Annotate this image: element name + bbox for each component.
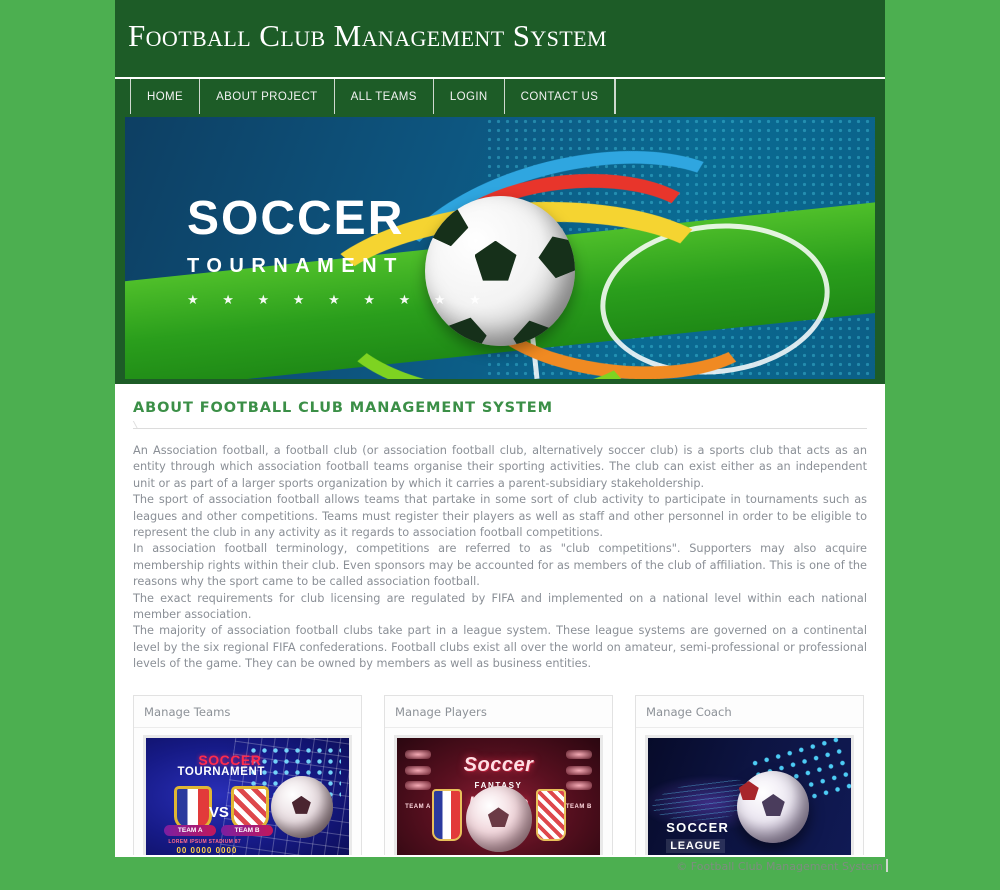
card-title: Manage Players (385, 696, 612, 728)
about-paragraph: The majority of association football clu… (133, 624, 867, 671)
about-text-body: An Association football, a football club… (133, 443, 867, 673)
artwork-title-line2: TOURNAMENT (177, 765, 266, 778)
card-title: Manage Teams (134, 696, 361, 728)
artwork-title-line1: SOCCER (666, 819, 730, 835)
hero-banner: SOCCER TOURNAMENT ★ ★ ★ ★ ★ ★ ★ ★ ★ (125, 117, 875, 379)
card-title: Manage Coach (636, 696, 863, 728)
nav-item-about-project[interactable]: ABOUT PROJECT (200, 79, 335, 114)
footer-copyright: © Football Club Management System (676, 860, 883, 873)
banner-text-block: SOCCER TOURNAMENT ★ ★ ★ ★ ★ ★ ★ ★ ★ (187, 195, 491, 308)
stadium-lamp-decoration (565, 781, 592, 791)
soccer-ball-icon (465, 786, 532, 853)
page-title: Football Club Management System (128, 18, 607, 53)
players-artwork: Soccer FANTASY League TEAM A TEAM B (397, 737, 600, 866)
about-section-heading: ABOUT FOOTBALL CLUB MANAGEMENT SYSTEM (133, 400, 553, 416)
footer-separator (886, 859, 888, 872)
site-footer: © Football Club Management System (0, 855, 1000, 890)
team-a-flag-card-icon (431, 788, 462, 841)
banner-title: SOCCER (187, 192, 405, 245)
about-paragraph: In association football terminology, com… (133, 542, 867, 589)
coach-artwork: SOCCER LEAGUE (648, 737, 851, 866)
card-image: SOCCER TOURNAMENT VS TEAM A TEAM B LOREM… (143, 734, 352, 869)
about-paragraph: The sport of association football allows… (133, 493, 867, 540)
main-navigation: HOME ABOUT PROJECT ALL TEAMS LOGIN CONTA… (115, 79, 885, 114)
team-b-flag-card-icon (535, 788, 566, 841)
team-b-tag: TEAM B (565, 804, 592, 811)
ball-patch (510, 315, 558, 345)
teams-artwork: SOCCER TOURNAMENT VS TEAM A TEAM B LOREM… (146, 737, 349, 866)
versus-label: VS (208, 804, 229, 822)
artwork-caption: LOREM IPSUM STADIUM 87 (168, 838, 241, 845)
team-b-tag: TEAM B (221, 824, 274, 836)
page-root: Football Club Management System HOME ABO… (0, 0, 1000, 890)
banner-stars-decoration: ★ ★ ★ ★ ★ ★ ★ ★ ★ (187, 292, 491, 307)
section-divider (133, 428, 867, 429)
artwork-title-line2: LEAGUE (666, 838, 725, 853)
about-paragraph: The exact requirements for club licensin… (133, 591, 867, 622)
stadium-lamp-decoration (565, 750, 592, 760)
artwork-title-line1: Soccer (463, 754, 534, 777)
stadium-lamp-decoration (405, 765, 432, 775)
banner-subtitle: TOURNAMENT (187, 255, 404, 277)
site-header: Football Club Management System (115, 0, 885, 77)
team-a-tag: TEAM A (164, 824, 217, 836)
stadium-lamp-decoration (405, 781, 432, 791)
soccer-ball-icon (737, 770, 810, 843)
nav-item-home[interactable]: HOME (130, 79, 201, 114)
hero-banner-frame: SOCCER TOURNAMENT ★ ★ ★ ★ ★ ★ ★ ★ ★ (115, 114, 885, 384)
soccer-ball-icon (270, 776, 333, 839)
footer-divider (115, 855, 885, 857)
nav-item-contact-us[interactable]: CONTACT US (505, 79, 616, 114)
card-image: SOCCER LEAGUE (645, 734, 854, 869)
team-a-tag: TEAM A (405, 804, 431, 811)
nav-item-all-teams[interactable]: ALL TEAMS (335, 79, 434, 114)
nav-end-divider (615, 79, 617, 114)
about-paragraph: An Association football, a football club… (133, 444, 867, 490)
content-panel: ABOUT FOOTBALL CLUB MANAGEMENT SYSTEM An… (115, 384, 885, 890)
nav-item-login[interactable]: LOGIN (434, 79, 505, 114)
stadium-lamp-decoration (405, 750, 432, 760)
ball-patch (442, 312, 490, 345)
stadium-lamp-decoration (565, 765, 592, 775)
card-image: Soccer FANTASY League TEAM A TEAM B (394, 734, 603, 869)
